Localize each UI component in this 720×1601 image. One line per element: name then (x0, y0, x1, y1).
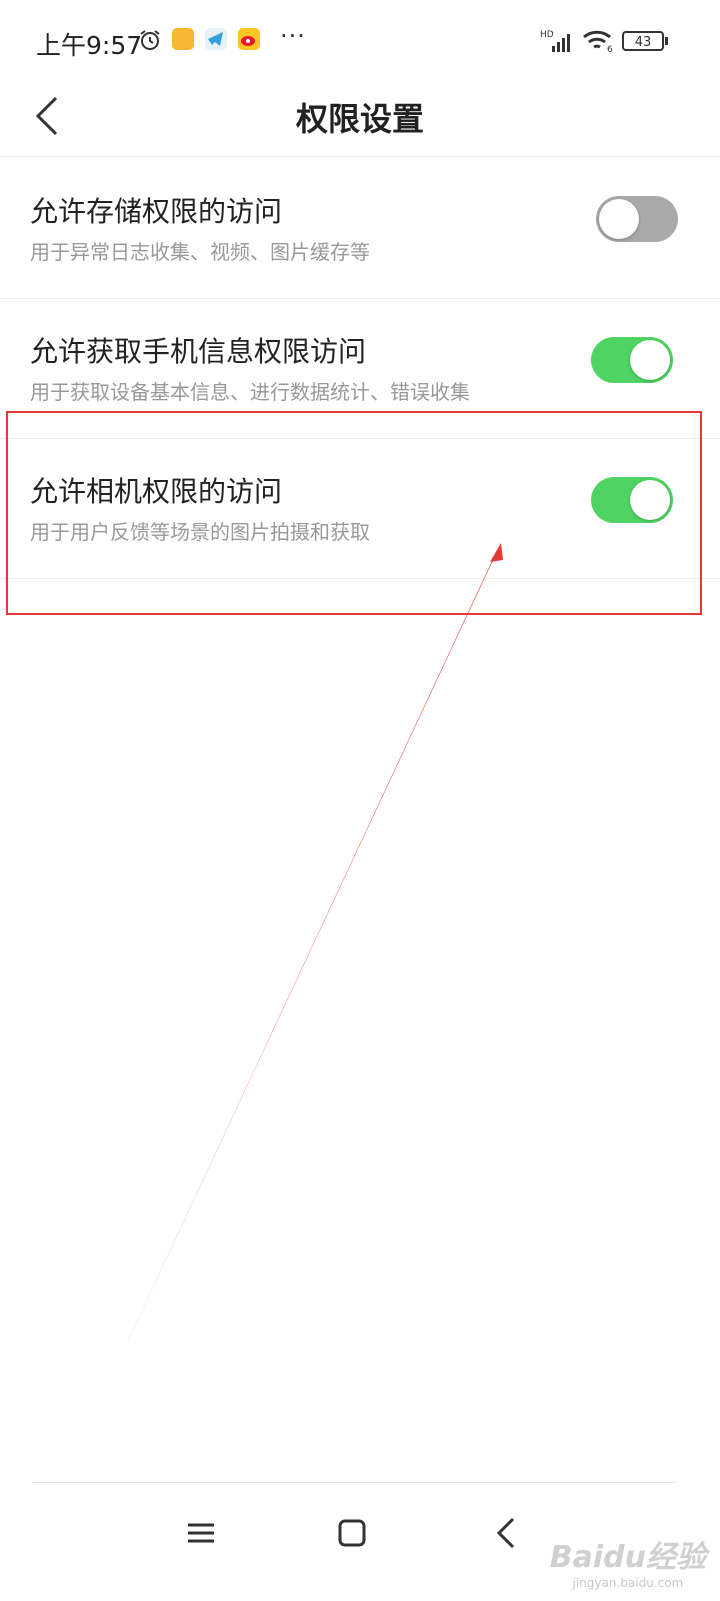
baidu-watermark: Baidu经验 jingyan.baidu.com (550, 1532, 706, 1590)
watermark-logo: Baidu经验 (549, 1540, 706, 1575)
annotation-arrow-icon (104, 543, 503, 1392)
nav-back-button[interactable] (487, 1511, 527, 1555)
menu-icon (188, 1523, 214, 1543)
menu-button[interactable] (182, 1513, 222, 1553)
home-button[interactable] (332, 1513, 372, 1553)
home-square-icon (338, 1519, 366, 1547)
nav-back-icon (496, 1517, 515, 1549)
watermark-url: jingyan.baidu.com (572, 1576, 684, 1590)
